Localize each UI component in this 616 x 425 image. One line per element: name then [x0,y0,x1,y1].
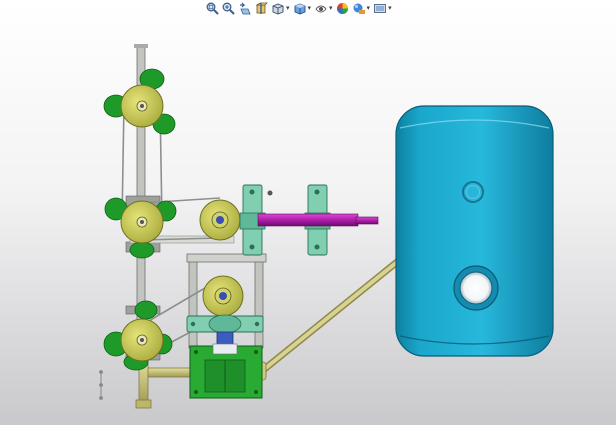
indicator-dot [267,190,273,196]
tank-outlet-port[interactable] [453,265,499,311]
assembly-model[interactable] [0,0,616,425]
origin-marker [99,370,103,400]
pulley-bottom-left[interactable] [120,318,164,362]
motor-base[interactable] [189,343,263,399]
pipe-assembly[interactable] [135,258,401,409]
cad-viewport[interactable]: ▾ ▾ ▾ ▾ ▾ [0,0,616,425]
pulley-drive-lower[interactable] [202,275,244,317]
pulley-middle-left[interactable] [120,200,164,244]
storage-tank[interactable] [395,105,554,357]
main-shaft[interactable] [257,213,379,227]
pulley-top[interactable] [120,84,164,128]
pulley-drive-upper[interactable] [199,199,241,241]
